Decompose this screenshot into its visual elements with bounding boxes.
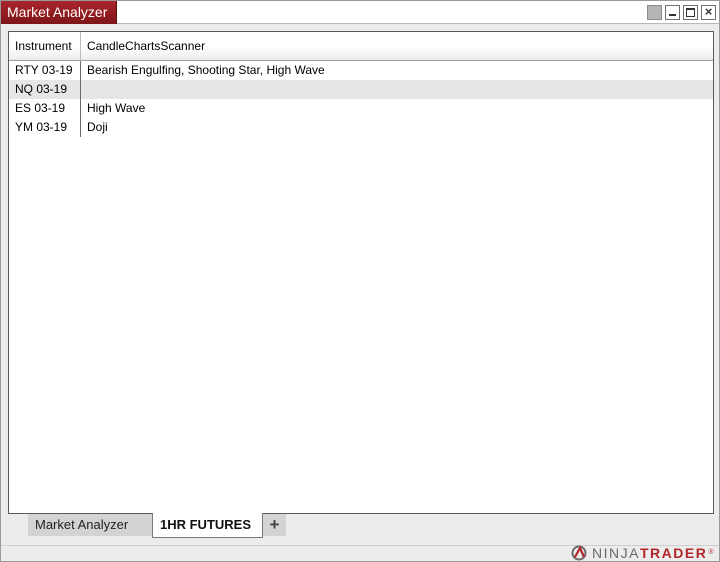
table-row[interactable]: NQ 03-19 — [9, 80, 713, 99]
instrument-cell[interactable]: ES 03-19 — [9, 99, 81, 118]
gray-square-button[interactable] — [647, 5, 662, 20]
scanner-cell[interactable] — [81, 80, 87, 99]
close-button[interactable]: × — [701, 4, 716, 20]
minimize-icon — [669, 14, 676, 16]
grid-header: Instrument CandleChartsScanner — [9, 32, 713, 61]
instrument-cell[interactable]: NQ 03-19 — [9, 80, 81, 99]
tab-strip: Market Analyzer 1HR FUTURES + — [28, 513, 286, 538]
close-icon: × — [704, 4, 713, 19]
logo-registered-mark: ® — [708, 549, 715, 556]
maximize-button[interactable] — [683, 5, 698, 20]
analyzer-grid[interactable]: Instrument CandleChartsScanner RTY 03-19… — [8, 31, 714, 514]
ninjatrader-logo: NINJA TRADER ® — [571, 544, 715, 561]
scanner-cell[interactable]: Bearish Engulfing, Shooting Star, High W… — [81, 61, 325, 80]
window-controls: × — [647, 4, 716, 20]
table-row[interactable]: ES 03-19 High Wave — [9, 99, 713, 118]
logo-text-trader: TRADER — [639, 544, 708, 561]
market-analyzer-window: Market Analyzer × Instrument CandleChart… — [0, 0, 720, 562]
column-header-instrument[interactable]: Instrument — [9, 32, 81, 61]
minimize-button[interactable] — [665, 5, 680, 20]
table-row[interactable]: RTY 03-19 Bearish Engulfing, Shooting St… — [9, 61, 713, 80]
maximize-icon — [686, 8, 695, 17]
tab-market-analyzer[interactable]: Market Analyzer — [28, 514, 152, 536]
scanner-cell[interactable]: High Wave — [81, 99, 145, 118]
title-bar[interactable]: Market Analyzer × — [1, 1, 719, 24]
ninjatrader-logo-icon — [571, 545, 587, 560]
instrument-cell[interactable]: RTY 03-19 — [9, 61, 81, 80]
column-header-candlechartsscanner[interactable]: CandleChartsScanner — [81, 32, 205, 61]
scanner-cell[interactable]: Doji — [81, 118, 108, 137]
instrument-cell[interactable]: YM 03-19 — [9, 118, 81, 137]
grid-body: RTY 03-19 Bearish Engulfing, Shooting St… — [9, 61, 713, 137]
logo-text-ninja: NINJA — [592, 544, 640, 561]
add-tab-button[interactable]: + — [263, 514, 286, 536]
tab-1hr-futures[interactable]: 1HR FUTURES — [152, 513, 263, 538]
window-title: Market Analyzer — [1, 1, 117, 24]
table-row[interactable]: YM 03-19 Doji — [9, 118, 713, 137]
